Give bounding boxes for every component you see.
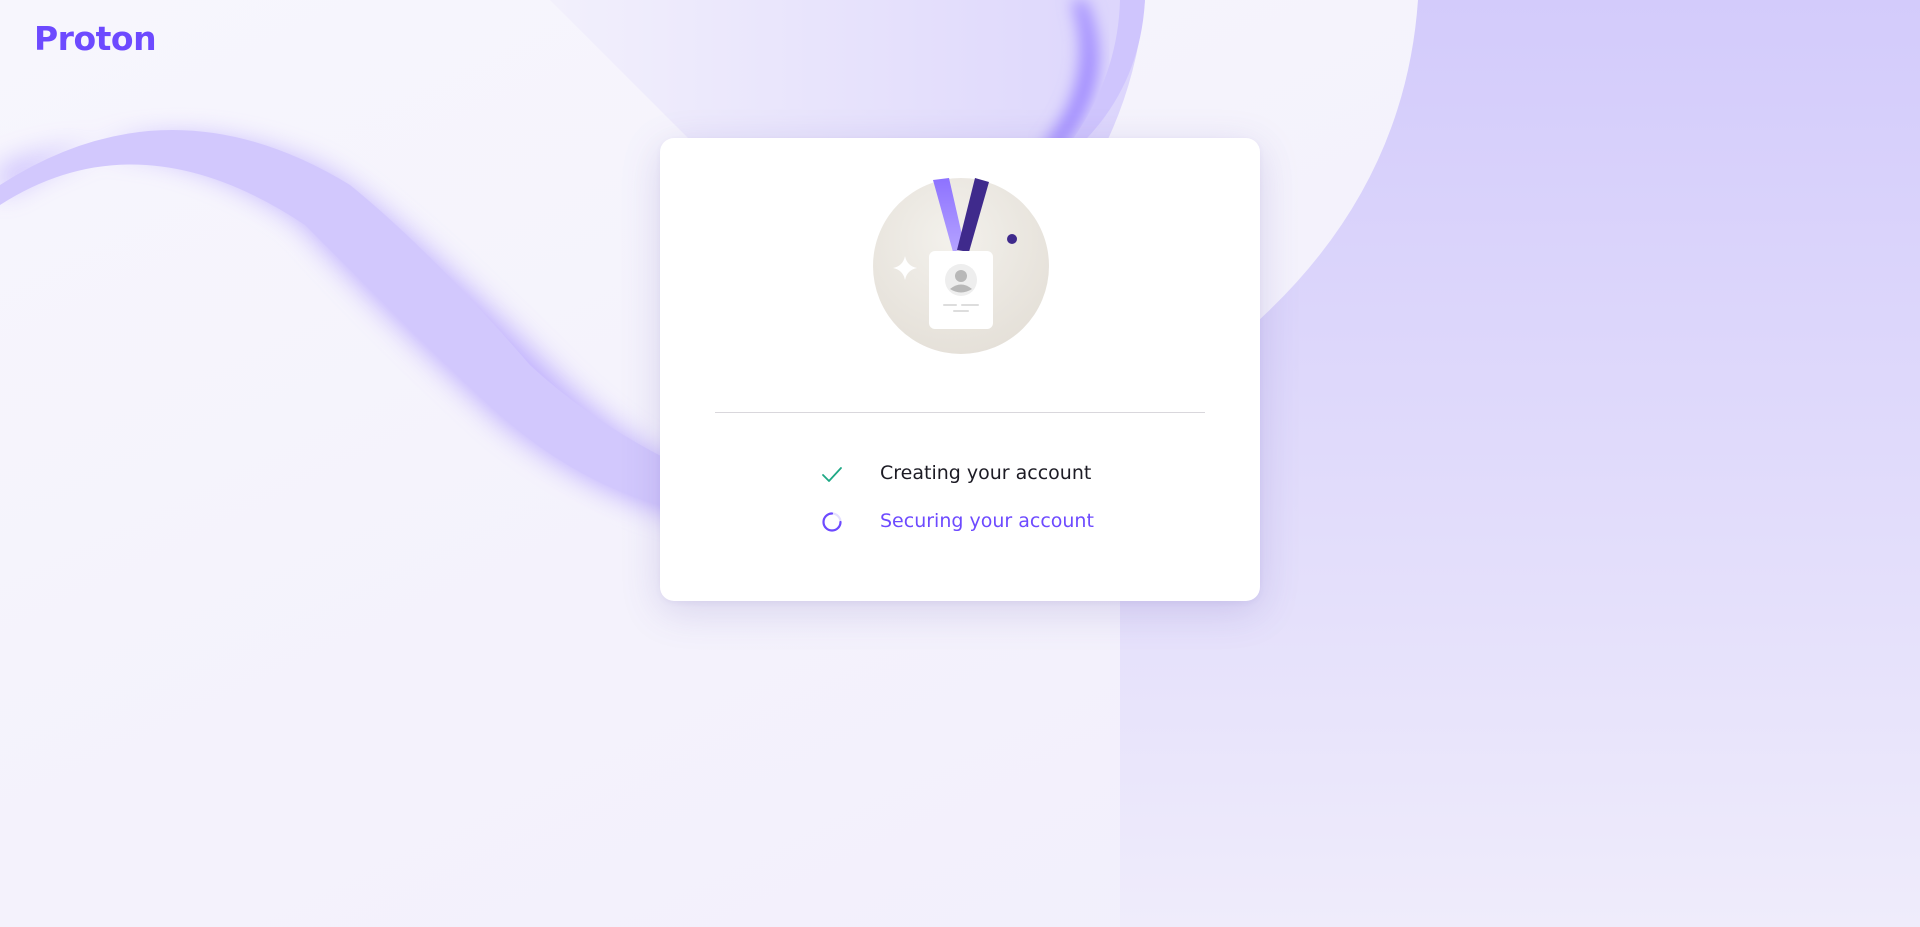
divider [715,412,1205,413]
proton-logo: Proton [34,19,157,58]
account-setup-card: Creating your account Securing your acco… [660,138,1260,601]
step-creating-account: Creating your account [660,458,1260,488]
step-securing-account: Securing your account [660,506,1260,536]
check-icon [822,467,842,482]
step-label: Securing your account [880,510,1094,532]
step-label: Creating your account [880,462,1092,484]
id-badge-illustration [873,178,1049,354]
spinner-icon [822,512,842,532]
